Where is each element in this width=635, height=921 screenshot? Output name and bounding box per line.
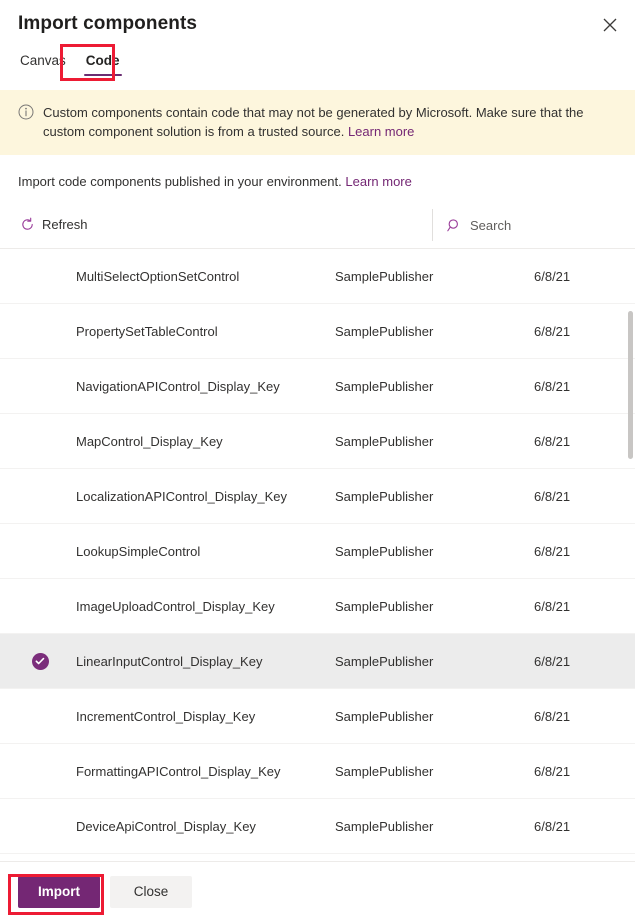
table-row[interactable]: IncrementControl_Display_KeySamplePublis… <box>0 689 635 744</box>
description-learn-more-link[interactable]: Learn more <box>345 174 411 189</box>
warning-text: Custom components contain code that may … <box>43 105 584 139</box>
search-box[interactable] <box>432 209 622 241</box>
row-select-cell[interactable] <box>0 653 76 670</box>
table-row[interactable]: MapControl_Display_KeySamplePublisher6/8… <box>0 414 635 469</box>
list-scrollbar-track[interactable] <box>626 249 635 861</box>
page-title: Import components <box>18 13 197 35</box>
row-component-name: LocalizationAPIControl_Display_Key <box>76 489 335 504</box>
tab-strip: Canvas Code <box>0 48 635 90</box>
import-components-panel: Import components Canvas Code Custom com… <box>0 0 635 921</box>
components-list-region: MultiSelectOptionSetControlSamplePublish… <box>0 249 635 861</box>
panel-header: Import components <box>0 0 635 48</box>
warning-banner: Custom components contain code that may … <box>0 90 635 155</box>
close-button[interactable] <box>593 8 627 42</box>
row-date: 6/8/21 <box>534 269 635 284</box>
row-publisher: SamplePublisher <box>335 819 534 834</box>
row-component-name: PropertySetTableControl <box>76 324 335 339</box>
table-row[interactable]: LinearInputControl_Display_KeySamplePubl… <box>0 634 635 689</box>
row-component-name: LinearInputControl_Display_Key <box>76 654 335 669</box>
row-date: 6/8/21 <box>534 709 635 724</box>
refresh-icon <box>20 217 35 232</box>
table-row[interactable]: LookupSimpleControlSamplePublisher6/8/21 <box>0 524 635 579</box>
check-circle-icon <box>32 653 49 670</box>
row-publisher: SamplePublisher <box>335 324 534 339</box>
close-icon <box>603 18 617 32</box>
table-row[interactable]: NavigationAPIControl_Display_KeySamplePu… <box>0 359 635 414</box>
description-text: Import code components published in your… <box>18 174 342 189</box>
list-scrollbar-thumb[interactable] <box>628 311 633 459</box>
row-publisher: SamplePublisher <box>335 654 534 669</box>
row-publisher: SamplePublisher <box>335 764 534 779</box>
warning-banner-text: Custom components contain code that may … <box>43 103 615 141</box>
row-date: 6/8/21 <box>534 599 635 614</box>
table-row[interactable]: PropertySetTableControlSamplePublisher6/… <box>0 304 635 359</box>
row-publisher: SamplePublisher <box>335 599 534 614</box>
components-list: MultiSelectOptionSetControlSamplePublish… <box>0 249 635 861</box>
row-component-name: NavigationAPIControl_Display_Key <box>76 379 335 394</box>
close-footer-button[interactable]: Close <box>110 876 192 908</box>
row-publisher: SamplePublisher <box>335 434 534 449</box>
table-row[interactable]: MultiSelectOptionSetControlSamplePublish… <box>0 249 635 304</box>
row-publisher: SamplePublisher <box>335 379 534 394</box>
row-publisher: SamplePublisher <box>335 709 534 724</box>
row-date: 6/8/21 <box>534 544 635 559</box>
tab-code[interactable]: Code <box>84 48 122 80</box>
row-component-name: ImageUploadControl_Display_Key <box>76 599 335 614</box>
row-component-name: LookupSimpleControl <box>76 544 335 559</box>
info-circle-icon <box>18 104 34 120</box>
table-row[interactable]: ImageUploadControl_Display_KeySamplePubl… <box>0 579 635 634</box>
row-date: 6/8/21 <box>534 434 635 449</box>
refresh-button-label: Refresh <box>42 217 88 232</box>
warning-learn-more-link[interactable]: Learn more <box>348 124 414 139</box>
row-component-name: IncrementControl_Display_Key <box>76 709 335 724</box>
search-icon <box>447 218 462 233</box>
command-bar: Refresh <box>0 201 635 249</box>
panel-footer: Import Close <box>0 861 635 921</box>
row-publisher: SamplePublisher <box>335 544 534 559</box>
tab-canvas[interactable]: Canvas <box>18 48 68 80</box>
row-date: 6/8/21 <box>534 819 635 834</box>
import-button[interactable]: Import <box>18 876 100 908</box>
table-row[interactable]: FormattingAPIControl_Display_KeySamplePu… <box>0 744 635 799</box>
row-component-name: DeviceApiControl_Display_Key <box>76 819 335 834</box>
row-component-name: MultiSelectOptionSetControl <box>76 269 335 284</box>
table-row[interactable]: DeviceApiControl_Display_KeySamplePublis… <box>0 799 635 854</box>
row-publisher: SamplePublisher <box>335 269 534 284</box>
search-input[interactable] <box>470 209 622 241</box>
row-component-name: MapControl_Display_Key <box>76 434 335 449</box>
panel-description: Import code components published in your… <box>0 155 635 191</box>
row-date: 6/8/21 <box>534 764 635 779</box>
row-date: 6/8/21 <box>534 324 635 339</box>
refresh-button[interactable]: Refresh <box>18 209 94 241</box>
row-date: 6/8/21 <box>534 489 635 504</box>
row-date: 6/8/21 <box>534 654 635 669</box>
row-component-name: FormattingAPIControl_Display_Key <box>76 764 335 779</box>
row-date: 6/8/21 <box>534 379 635 394</box>
table-row[interactable]: LocalizationAPIControl_Display_KeySample… <box>0 469 635 524</box>
row-publisher: SamplePublisher <box>335 489 534 504</box>
